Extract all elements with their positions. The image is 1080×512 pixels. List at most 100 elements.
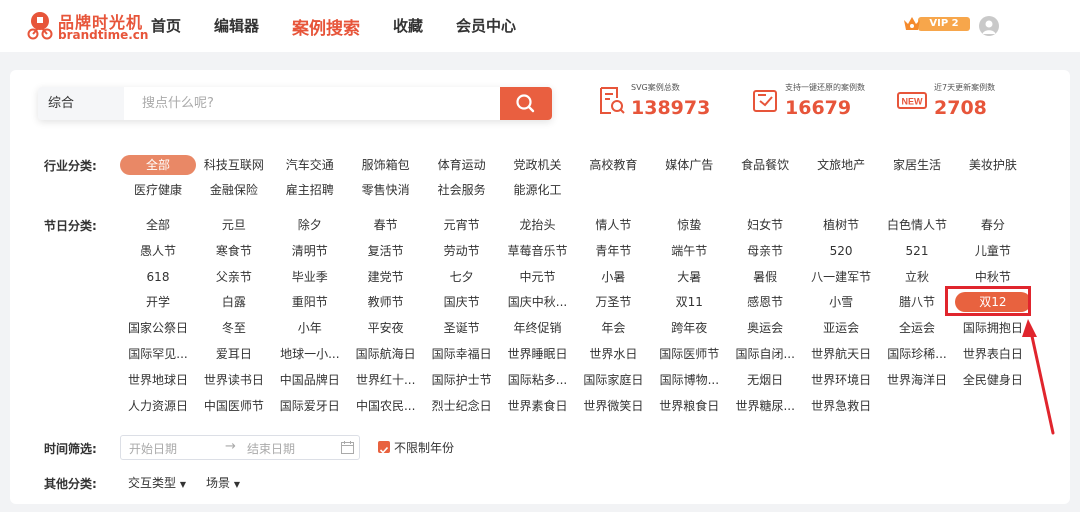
festival-tag[interactable]: 国际幸福日 <box>424 344 500 364</box>
festival-tag[interactable]: 世界环境日 <box>803 370 879 390</box>
festival-tag[interactable]: 万圣节 <box>575 292 651 312</box>
industry-tag[interactable]: 体育运动 <box>424 155 500 175</box>
festival-tag[interactable]: 中国医师节 <box>196 396 272 416</box>
festival-tag[interactable]: 国庆节 <box>424 292 500 312</box>
industry-tag[interactable]: 党政机关 <box>500 155 576 175</box>
industry-tag[interactable]: 能源化工 <box>500 180 576 200</box>
user-avatar-icon[interactable] <box>979 16 999 36</box>
festival-tag[interactable]: 父亲节 <box>196 267 272 287</box>
industry-tag[interactable]: 全部 <box>120 155 196 175</box>
festival-tag[interactable]: 中秋节 <box>955 267 1031 287</box>
festival-tag[interactable]: 全运会 <box>879 318 955 338</box>
festival-tag[interactable]: 世界糖尿... <box>727 396 803 416</box>
festival-tag[interactable]: 520 <box>803 241 879 261</box>
festival-tag[interactable]: 寒食节 <box>196 241 272 261</box>
festival-tag[interactable]: 春节 <box>348 215 424 235</box>
festival-tag[interactable]: 世界素食日 <box>500 396 576 416</box>
festival-tag[interactable]: 儿童节 <box>955 241 1031 261</box>
festival-tag[interactable]: 元旦 <box>196 215 272 235</box>
festival-tag[interactable]: 国庆中秋... <box>500 292 576 312</box>
festival-tag[interactable]: 亚运会 <box>803 318 879 338</box>
festival-tag[interactable]: 妇女节 <box>727 215 803 235</box>
festival-tag[interactable]: 奥运会 <box>727 318 803 338</box>
no-year-limit-label[interactable]: 不限制年份 <box>394 439 454 456</box>
festival-tag[interactable]: 大暑 <box>651 267 727 287</box>
industry-tag[interactable]: 社会服务 <box>424 180 500 200</box>
industry-tag[interactable]: 高校教育 <box>575 155 651 175</box>
festival-tag[interactable]: 八一建军节 <box>803 267 879 287</box>
nav-editor[interactable]: 编辑器 <box>214 15 259 39</box>
festival-tag[interactable]: 立秋 <box>879 267 955 287</box>
festival-tag[interactable]: 龙抬头 <box>500 215 576 235</box>
festival-tag[interactable]: 教师节 <box>348 292 424 312</box>
festival-tag[interactable]: 白露 <box>196 292 272 312</box>
festival-tag[interactable]: 除夕 <box>272 215 348 235</box>
festival-tag[interactable]: 白色情人节 <box>879 215 955 235</box>
festival-tag[interactable]: 年终促销 <box>500 318 576 338</box>
industry-tag[interactable]: 文旅地产 <box>803 155 879 175</box>
festival-tag[interactable]: 冬至 <box>196 318 272 338</box>
industry-tag[interactable]: 零售快消 <box>348 180 424 200</box>
festival-tag[interactable]: 年会 <box>575 318 651 338</box>
festival-tag[interactable]: 国际博物... <box>651 370 727 390</box>
festival-tag[interactable]: 建党节 <box>348 267 424 287</box>
scene-dropdown[interactable]: 场景 ▼ <box>206 474 240 491</box>
festival-tag[interactable]: 清明节 <box>272 241 348 261</box>
festival-tag[interactable]: 世界微笑日 <box>575 396 651 416</box>
festival-tag[interactable]: 国际航海日 <box>348 344 424 364</box>
festival-tag[interactable]: 元宵节 <box>424 215 500 235</box>
festival-tag[interactable]: 七夕 <box>424 267 500 287</box>
festival-tag[interactable]: 劳动节 <box>424 241 500 261</box>
festival-tag[interactable]: 春分 <box>955 215 1031 235</box>
festival-tag[interactable]: 国际护士节 <box>424 370 500 390</box>
festival-tag[interactable]: 中国农民... <box>348 396 424 416</box>
start-date-field[interactable]: 开始日期 <box>129 440 177 457</box>
industry-tag[interactable]: 美妆护肤 <box>955 155 1031 175</box>
festival-tag[interactable]: 跨年夜 <box>651 318 727 338</box>
industry-tag[interactable]: 汽车交通 <box>272 155 348 175</box>
industry-tag[interactable]: 医疗健康 <box>120 180 196 200</box>
festival-tag[interactable]: 地球一小... <box>272 344 348 364</box>
festival-tag[interactable]: 世界红十... <box>348 370 424 390</box>
no-year-limit-checkbox[interactable] <box>378 441 390 454</box>
nav-member-center[interactable]: 会员中心 <box>456 15 516 39</box>
vip-badge[interactable]: VIP 2 <box>902 14 972 34</box>
festival-tag[interactable]: 母亲节 <box>727 241 803 261</box>
festival-tag[interactable]: 国际粘多... <box>500 370 576 390</box>
festival-tag[interactable]: 无烟日 <box>727 370 803 390</box>
date-range-picker[interactable]: 开始日期 → 结束日期 <box>120 435 360 460</box>
search-type-select[interactable]: 综合 <box>38 87 124 120</box>
brand-logo[interactable]: 品牌时光机 brandtime.cn <box>26 7 148 45</box>
industry-tag[interactable]: 媒体广告 <box>651 155 727 175</box>
festival-tag[interactable]: 618 <box>120 267 196 287</box>
nav-favorites[interactable]: 收藏 <box>393 15 423 39</box>
festival-tag[interactable]: 惊蛰 <box>651 215 727 235</box>
festival-tag[interactable]: 世界粮食日 <box>651 396 727 416</box>
festival-tag[interactable]: 重阳节 <box>272 292 348 312</box>
festival-tag[interactable]: 愚人节 <box>120 241 196 261</box>
festival-tag[interactable]: 国家公祭日 <box>120 318 196 338</box>
industry-tag[interactable]: 家居生活 <box>879 155 955 175</box>
festival-tag[interactable]: 复活节 <box>348 241 424 261</box>
industry-tag[interactable]: 食品餐饮 <box>727 155 803 175</box>
festival-tag[interactable]: 爱耳日 <box>196 344 272 364</box>
festival-tag[interactable]: 全部 <box>120 215 196 235</box>
festival-tag[interactable]: 世界睡眠日 <box>500 344 576 364</box>
festival-tag[interactable]: 世界地球日 <box>120 370 196 390</box>
festival-tag[interactable]: 中元节 <box>500 267 576 287</box>
festival-tag[interactable]: 草莓音乐节 <box>500 241 576 261</box>
festival-tag[interactable]: 植树节 <box>803 215 879 235</box>
interaction-type-dropdown[interactable]: 交互类型 ▼ <box>128 474 186 491</box>
festival-tag[interactable]: 中国品牌日 <box>272 370 348 390</box>
festival-tag[interactable]: 世界读书日 <box>196 370 272 390</box>
industry-tag[interactable]: 服饰箱包 <box>348 155 424 175</box>
festival-tag[interactable]: 国际自闭... <box>727 344 803 364</box>
search-button[interactable] <box>500 87 552 120</box>
industry-tag[interactable]: 雇主招聘 <box>272 180 348 200</box>
festival-tag[interactable]: 小年 <box>272 318 348 338</box>
end-date-field[interactable]: 结束日期 <box>247 440 295 457</box>
festival-tag[interactable]: 开学 <box>120 292 196 312</box>
festival-tag[interactable]: 世界海洋日 <box>879 370 955 390</box>
festival-tag[interactable]: 国际爱牙日 <box>272 396 348 416</box>
festival-tag[interactable]: 国际家庭日 <box>575 370 651 390</box>
